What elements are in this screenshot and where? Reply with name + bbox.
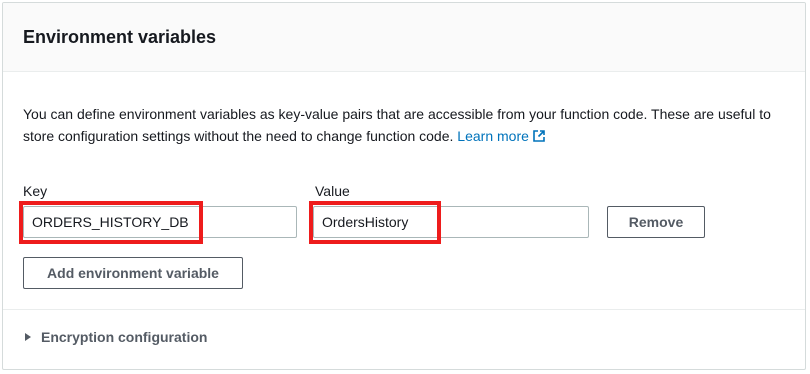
remove-button[interactable]: Remove bbox=[607, 206, 705, 238]
description-text: You can define environment variables as … bbox=[23, 106, 771, 144]
encryption-configuration-label: Encryption configuration bbox=[41, 329, 208, 345]
caret-right-icon bbox=[23, 329, 33, 345]
add-environment-variable-button[interactable]: Add environment variable bbox=[23, 257, 243, 289]
env-key-input[interactable] bbox=[23, 206, 297, 238]
panel-title: Environment variables bbox=[23, 27, 217, 47]
environment-variables-panel: Environment variables You can define env… bbox=[2, 2, 806, 370]
value-column-label: Value bbox=[315, 183, 350, 199]
panel-description: You can define environment variables as … bbox=[23, 103, 793, 149]
section-divider bbox=[3, 309, 805, 310]
key-column-label: Key bbox=[23, 183, 48, 199]
encryption-configuration-toggle[interactable]: Encryption configuration bbox=[23, 329, 207, 345]
env-value-input[interactable] bbox=[313, 206, 589, 238]
learn-more-link[interactable]: Learn more bbox=[457, 128, 546, 144]
external-link-icon bbox=[532, 127, 546, 149]
panel-header: Environment variables bbox=[3, 3, 805, 72]
learn-more-label: Learn more bbox=[457, 128, 529, 144]
